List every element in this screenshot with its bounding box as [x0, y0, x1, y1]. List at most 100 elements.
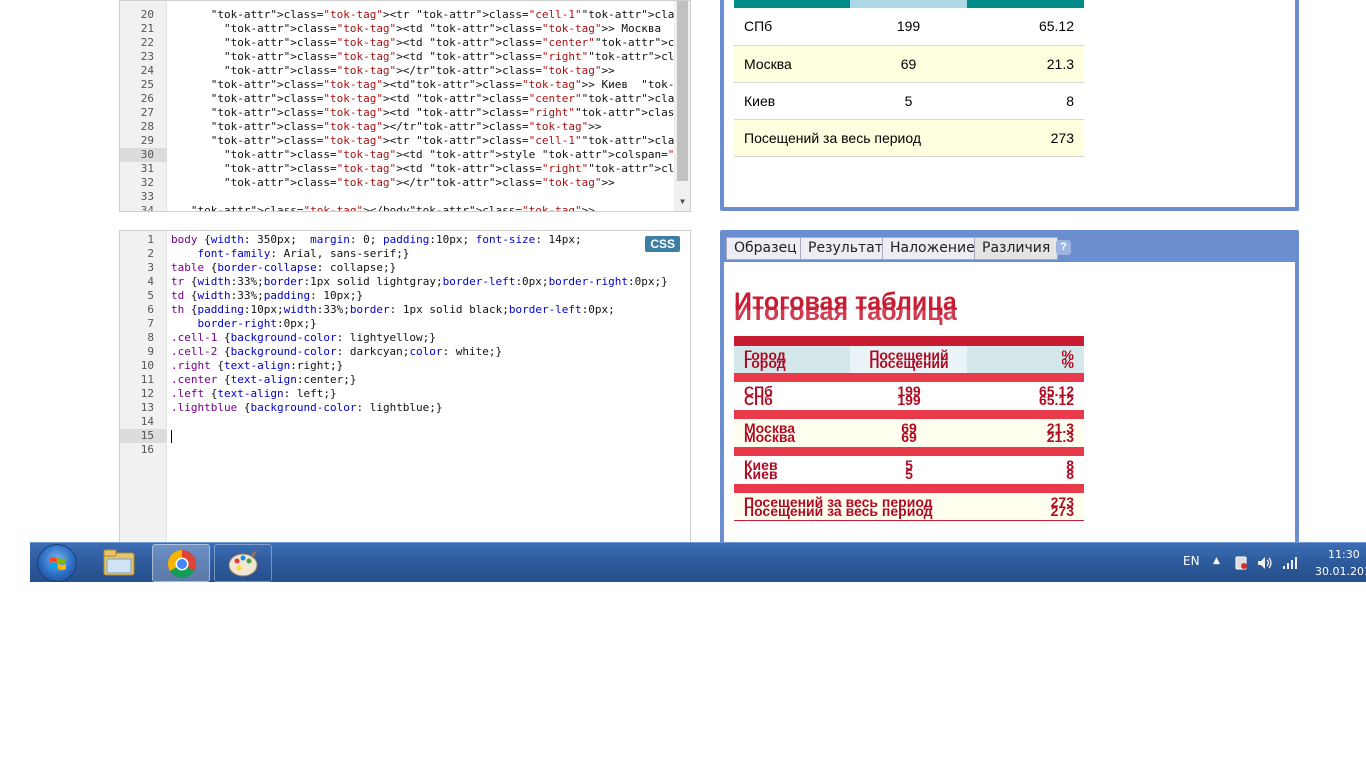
- code-line[interactable]: "tok-attr">class="tok-tag"></tr"tok-attr…: [171, 64, 690, 78]
- line-number: 24: [140, 64, 154, 77]
- code-line[interactable]: "tok-attr">class="tok-tag"><td "tok-attr…: [171, 162, 690, 176]
- diff-band: [734, 447, 1084, 456]
- table-cell: 65.12: [967, 8, 1084, 46]
- preview-header-strip: [734, 0, 1084, 8]
- code-line[interactable]: .right {text-align:right;}: [171, 359, 690, 373]
- table-cell: 5: [850, 82, 967, 120]
- css-editor-gutter: 1 2 3 4 5 6 7 8 9 10 11 12 13 14 15 16: [120, 231, 167, 549]
- result-preview-panel: СПб 199 65.12 Москва 69 21.3 Киев 5 8 Посещений з…: [720, 0, 1299, 211]
- code-line[interactable]: border-right:0px;}: [171, 317, 690, 331]
- css-editor[interactable]: 1 2 3 4 5 6 7 8 9 10 11 12 13 14 15 16 body {width: 350…: [119, 230, 691, 550]
- table-cell: 199: [850, 8, 967, 46]
- code-line[interactable]: font-family: Arial, sans-serif;}: [171, 247, 690, 261]
- line-number: 25: [140, 78, 154, 91]
- code-line[interactable]: "tok-attr">class="tok-tag"><td"tok-attr"…: [171, 78, 690, 92]
- code-line[interactable]: "tok-attr">class="tok-tag"><td "tok-attr…: [171, 36, 690, 50]
- line-number: 33: [140, 190, 154, 203]
- taskbar: EN ▲ 11:30 30.01.2016: [30, 542, 1366, 582]
- chrome-icon: [168, 550, 196, 578]
- css-badge: CSS: [645, 236, 680, 252]
- explorer-taskbar-button[interactable]: [90, 544, 148, 582]
- code-line[interactable]: .cell-2 {background-color: darkcyan;colo…: [171, 345, 690, 359]
- diff-cell: 21.3: [1046, 429, 1074, 445]
- line-number: 11: [140, 373, 154, 386]
- table-cell: СПб: [734, 8, 850, 46]
- diff-cell: 69: [901, 429, 917, 445]
- code-line[interactable]: td {width:33%;padding: 10px;}: [171, 289, 690, 303]
- code-line[interactable]: .center {text-align:center;}: [171, 373, 690, 387]
- scroll-down-arrow-icon[interactable]: ▼: [677, 197, 688, 207]
- result-table: СПб 199 65.12 Москва 69 21.3 Киев 5 8 Посещений з…: [734, 8, 1084, 157]
- diff-cell: Посещений за весь период: [744, 503, 933, 519]
- code-line[interactable]: .lightblue {background-color: lightblue;…: [171, 401, 690, 415]
- code-line[interactable]: [171, 415, 690, 429]
- html-editor[interactable]: 20 21 22 23 24 25 26 27 28 29 30 31 32 33 34 "tok-attr…: [119, 0, 691, 212]
- paint-taskbar-button[interactable]: [214, 544, 272, 582]
- diff-title-shadow: Итоговая таблица: [734, 298, 957, 326]
- code-line[interactable]: [171, 429, 690, 443]
- code-line[interactable]: "tok-attr">class="tok-tag"></tr"tok-attr…: [171, 176, 690, 190]
- diff-panel: Образец Результат* Наложение Различия ? …: [720, 230, 1299, 560]
- code-line[interactable]: "tok-attr">class="tok-tag"><td "tok-attr…: [171, 50, 690, 64]
- line-number: 5: [147, 289, 154, 302]
- diff-header-cell: Посещений: [869, 355, 949, 371]
- tab-diff[interactable]: Различия: [974, 237, 1059, 260]
- code-line[interactable]: "tok-attr">class="tok-tag"><td "tok-attr…: [171, 22, 690, 36]
- clock-time[interactable]: 11:30: [1328, 548, 1360, 561]
- language-indicator[interactable]: EN: [1183, 554, 1200, 568]
- show-hidden-icons-icon[interactable]: ▲: [1213, 556, 1220, 566]
- code-line[interactable]: "tok-attr">class="tok-tag"><td "tok-attr…: [171, 92, 690, 106]
- chrome-taskbar-button[interactable]: [152, 544, 210, 582]
- table-row: Москва 69 21.3: [734, 45, 1084, 83]
- diff-header-row: Город Город Посещений Посещений%%: [734, 336, 1084, 373]
- code-line[interactable]: "tok-attr">class="tok-tag"><td "tok-attr…: [171, 106, 690, 120]
- tab-sample[interactable]: Образец: [726, 237, 805, 260]
- code-line[interactable]: "tok-attr">class="tok-tag"><tr "tok-attr…: [171, 8, 690, 22]
- line-number: 7: [147, 317, 154, 330]
- total-value: 273: [967, 119, 1084, 157]
- line-number: 20: [140, 8, 154, 21]
- diff-cell: 5: [905, 466, 913, 482]
- volume-icon[interactable]: [1256, 555, 1274, 571]
- diff-cell: 8: [1066, 466, 1074, 482]
- diff-table-row: Москва Москва 69 69 21.3 21.3: [734, 410, 1084, 447]
- total-label: Посещений за весь период: [734, 119, 967, 157]
- help-icon[interactable]: ?: [1056, 240, 1071, 255]
- diff-header-band: [734, 336, 1084, 346]
- diff-header-cell: %: [1061, 355, 1074, 371]
- code-line[interactable]: tr {width:33%;border:1px solid lightgray…: [171, 275, 690, 289]
- usb-eject-icon[interactable]: [1234, 555, 1248, 571]
- line-number: 9: [147, 345, 154, 358]
- line-number: 13: [140, 401, 154, 414]
- code-line[interactable]: "tok-attr">class="tok-tag"><td "tok-attr…: [171, 148, 690, 162]
- code-line[interactable]: table {border-collapse: collapse;}: [171, 261, 690, 275]
- line-number: 27: [140, 106, 154, 119]
- code-line[interactable]: [171, 443, 690, 457]
- line-number: 32: [140, 176, 154, 189]
- network-signal-icon[interactable]: [1282, 556, 1298, 570]
- code-line[interactable]: body {width: 350px; margin: 0; padding:1…: [171, 233, 690, 247]
- diff-table-row: Посещений за весь период Посещений за вес…: [734, 484, 1084, 521]
- line-number: 4: [147, 275, 154, 288]
- tab-overlay[interactable]: Наложение: [882, 237, 983, 260]
- diff-cell: 199: [897, 392, 921, 408]
- code-line[interactable]: "tok-attr">class="tok-tag"><tr "tok-attr…: [171, 134, 690, 148]
- code-line[interactable]: .cell-1 {background-color: lightyellow;}: [171, 331, 690, 345]
- diff-render: Итоговая таблица Итоговая таблица Город Гор…: [734, 262, 1294, 562]
- diff-bottom-line: [734, 520, 1084, 521]
- diff-tabs: Образец Результат* Наложение Различия ?: [724, 234, 1295, 262]
- scroll-thumb[interactable]: [677, 1, 688, 181]
- table-cell: Киев: [734, 82, 850, 120]
- line-number: 15: [120, 429, 167, 443]
- code-line[interactable]: .left {text-align: left;}: [171, 387, 690, 401]
- diff-band: [734, 484, 1084, 493]
- start-button[interactable]: [37, 544, 77, 582]
- html-editor-scrollbar[interactable]: ▼: [674, 1, 690, 211]
- code-line[interactable]: "tok-attr">class="tok-tag"></body"tok-at…: [171, 204, 690, 211]
- clock-date[interactable]: 30.01.2016: [1315, 565, 1366, 578]
- code-line[interactable]: [171, 190, 690, 204]
- diff-cell: 273: [1050, 503, 1074, 519]
- code-line[interactable]: "tok-attr">class="tok-tag"></tr"tok-attr…: [171, 120, 690, 134]
- code-line[interactable]: th {padding:10px;width:33%;border: 1px s…: [171, 303, 690, 317]
- diff-band: [734, 373, 1084, 382]
